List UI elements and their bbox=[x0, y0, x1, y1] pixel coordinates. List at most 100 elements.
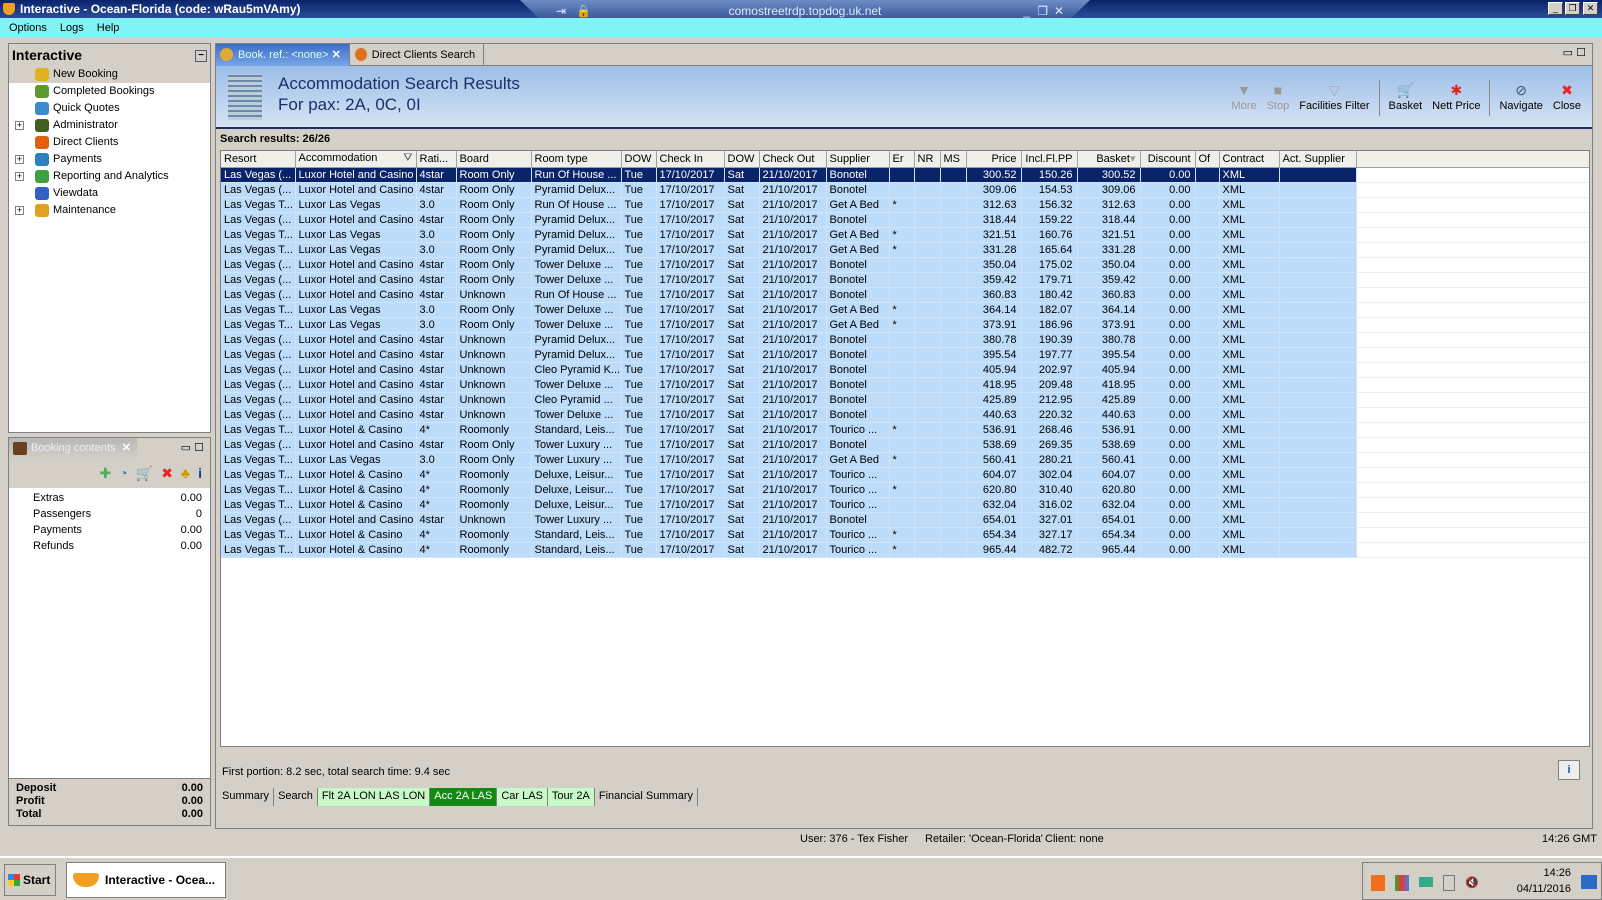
palm-icon[interactable]: ♣ bbox=[181, 465, 190, 481]
column-header-board[interactable]: Board bbox=[456, 151, 532, 168]
tab-flt-2a-lon-las-lon[interactable]: Flt 2A LON LAS LON bbox=[317, 788, 431, 806]
table-row[interactable]: Las Vegas (... Luxor Hotel and Casino 4sta… bbox=[221, 437, 1589, 453]
table-row[interactable]: Las Vegas T... Luxor Las Vegas 3.0 Room Onl… bbox=[221, 317, 1589, 333]
table-row[interactable]: Las Vegas T... Luxor Las Vegas 3.0 Room Onl… bbox=[221, 242, 1589, 258]
menu-options[interactable]: Options bbox=[9, 22, 47, 34]
table-row[interactable]: Las Vegas (... Luxor Hotel and Casino 4sta… bbox=[221, 272, 1589, 288]
table-row[interactable]: Las Vegas T... Luxor Las Vegas 3.0 Room Onl… bbox=[221, 227, 1589, 243]
maximize-panel-button[interactable]: ☐ bbox=[194, 442, 204, 454]
minimize-button[interactable]: _ bbox=[1548, 2, 1563, 15]
table-row[interactable]: Las Vegas T... Luxor Hotel & Casino 4* Room… bbox=[221, 482, 1589, 498]
table-row[interactable]: Las Vegas (... Luxor Hotel and Casino 4sta… bbox=[221, 167, 1589, 183]
column-header-er[interactable]: Er bbox=[889, 151, 915, 168]
column-header-check-in[interactable]: Check In bbox=[656, 151, 725, 168]
menu-help[interactable]: Help bbox=[97, 22, 120, 34]
network-icon[interactable] bbox=[1395, 875, 1409, 891]
tab-summary[interactable]: Summary bbox=[218, 788, 275, 806]
sidebar-item-reporting-and-analytics[interactable]: + Reporting and Analytics bbox=[9, 168, 210, 185]
column-header-dow[interactable]: DOW bbox=[621, 151, 657, 168]
hardware-icon[interactable] bbox=[1419, 877, 1433, 887]
basket-button[interactable]: 🛒 Basket bbox=[1384, 80, 1428, 116]
column-header-check-out[interactable]: Check Out bbox=[759, 151, 827, 168]
column-header-basket[interactable]: Basket▾ bbox=[1077, 151, 1141, 168]
expand-icon[interactable]: + bbox=[15, 121, 24, 130]
navigate-button[interactable]: ⊘ Navigate bbox=[1494, 80, 1547, 116]
start-button[interactable]: Start bbox=[4, 864, 56, 896]
table-row[interactable]: Las Vegas (... Luxor Hotel and Casino 4sta… bbox=[221, 377, 1589, 393]
minimize-panel-button[interactable]: ▭ bbox=[1563, 47, 1573, 59]
minimize-panel-button[interactable]: ▭ bbox=[181, 442, 191, 454]
column-header-act-supplier[interactable]: Act. Supplier bbox=[1279, 151, 1357, 168]
table-row[interactable]: Las Vegas (... Luxor Hotel and Casino 4sta… bbox=[221, 392, 1589, 408]
column-header-dow[interactable]: DOW bbox=[724, 151, 760, 168]
facilities-filter-button[interactable]: ▽ Facilities Filter bbox=[1294, 80, 1374, 116]
table-row[interactable]: Las Vegas T... Luxor Las Vegas 3.0 Room Onl… bbox=[221, 197, 1589, 213]
table-row[interactable]: Las Vegas (... Luxor Hotel and Casino 4sta… bbox=[221, 287, 1589, 303]
restore-button[interactable]: ❐ bbox=[1565, 2, 1580, 15]
column-header-nr[interactable]: NR bbox=[914, 151, 941, 168]
close-results-button[interactable]: ✖ Close bbox=[1548, 80, 1586, 116]
info-icon[interactable]: i bbox=[198, 465, 202, 481]
table-row[interactable]: Las Vegas T... Luxor Hotel & Casino 4* Room… bbox=[221, 497, 1589, 513]
sidebar-item-completed-bookings[interactable]: Completed Bookings bbox=[9, 83, 210, 100]
column-header-incl-fl-pp[interactable]: Incl.Fl.PP bbox=[1021, 151, 1078, 168]
info-button[interactable]: i bbox=[1558, 760, 1580, 780]
stop-button[interactable]: ■ Stop bbox=[1262, 80, 1295, 116]
table-row[interactable]: Las Vegas (... Luxor Hotel and Casino 4sta… bbox=[221, 512, 1589, 528]
sidebar-item-administrator[interactable]: + Administrator bbox=[9, 117, 210, 134]
taskbar-app-button[interactable]: Interactive - Ocea... bbox=[66, 862, 226, 898]
expand-icon[interactable]: + bbox=[15, 172, 24, 181]
show-desktop-icon[interactable] bbox=[1581, 875, 1597, 889]
column-header-of[interactable]: Of bbox=[1195, 151, 1220, 168]
tab-financial-summary[interactable]: Financial Summary bbox=[594, 788, 698, 806]
column-header-price[interactable]: Price bbox=[966, 151, 1022, 168]
sidebar-item-maintenance[interactable]: + Maintenance bbox=[9, 202, 210, 219]
table-row[interactable]: Las Vegas T... Luxor Las Vegas 3.0 Room Onl… bbox=[221, 302, 1589, 318]
tab-tour-2a[interactable]: Tour 2A bbox=[547, 788, 595, 806]
tab-direct-clients-search[interactable]: Direct Clients Search bbox=[350, 44, 485, 66]
tab-search[interactable]: Search bbox=[274, 788, 318, 806]
add-icon[interactable]: ✚ bbox=[100, 465, 112, 481]
close-window-button[interactable]: ✕ bbox=[1583, 2, 1598, 15]
maximize-panel-button[interactable]: ☐ bbox=[1576, 47, 1586, 59]
sidebar-item-payments[interactable]: + Payments bbox=[9, 151, 210, 168]
column-header-discount[interactable]: Discount bbox=[1140, 151, 1196, 168]
table-row[interactable]: Las Vegas T... Luxor Hotel & Casino 4* Room… bbox=[221, 422, 1589, 438]
nett-price-button[interactable]: ✱ Nett Price bbox=[1427, 80, 1485, 116]
results-grid[interactable]: Resort Accommodation ⛛ Rati... Board Room typ… bbox=[220, 150, 1590, 747]
table-row[interactable]: Las Vegas (... Luxor Hotel and Casino 4sta… bbox=[221, 212, 1589, 228]
column-header-resort[interactable]: Resort bbox=[221, 151, 296, 168]
column-header-supplier[interactable]: Supplier bbox=[826, 151, 890, 168]
sidebar-item-quick-quotes[interactable]: Quick Quotes bbox=[9, 100, 210, 117]
tab-booking[interactable]: Book. ref.: <none> ✕ bbox=[216, 44, 350, 66]
tab-acc-2a-las[interactable]: Acc 2A LAS bbox=[430, 788, 498, 806]
sidebar-item-new-booking[interactable]: New Booking bbox=[9, 66, 210, 83]
table-row[interactable]: Las Vegas (... Luxor Hotel and Casino 4sta… bbox=[221, 182, 1589, 198]
table-row[interactable]: Las Vegas (... Luxor Hotel and Casino 4sta… bbox=[221, 257, 1589, 273]
column-header-room-type[interactable]: Room type bbox=[531, 151, 622, 168]
filter-icon[interactable]: ⛛ bbox=[403, 152, 412, 165]
menu-logs[interactable]: Logs bbox=[60, 22, 84, 34]
sidebar-item-direct-clients[interactable]: Direct Clients bbox=[9, 134, 210, 151]
sidebar-item-viewdata[interactable]: Viewdata bbox=[9, 185, 210, 202]
table-row[interactable]: Las Vegas (... Luxor Hotel and Casino 4sta… bbox=[221, 332, 1589, 348]
collapse-panel-button[interactable]: − bbox=[195, 50, 207, 62]
close-tab-icon[interactable]: ✕ bbox=[332, 49, 341, 61]
table-row[interactable]: Las Vegas T... Luxor Hotel & Casino 4* Room… bbox=[221, 542, 1589, 558]
table-row[interactable]: Las Vegas T... Luxor Las Vegas 3.0 Room Onl… bbox=[221, 452, 1589, 468]
column-header-accommodation[interactable]: Accommodation ⛛ bbox=[295, 151, 417, 168]
device-icon[interactable] bbox=[1443, 875, 1455, 891]
column-header-rati[interactable]: Rati... bbox=[416, 151, 457, 168]
expand-icon[interactable]: + bbox=[15, 206, 24, 215]
expand-icon[interactable]: + bbox=[15, 155, 24, 164]
table-row[interactable]: Las Vegas T... Luxor Hotel & Casino 4* Room… bbox=[221, 527, 1589, 543]
table-row[interactable]: Las Vegas T... Luxor Hotel & Casino 4* Room… bbox=[221, 467, 1589, 483]
table-row[interactable]: Las Vegas (... Luxor Hotel and Casino 4sta… bbox=[221, 407, 1589, 423]
more-button[interactable]: ▼ More bbox=[1227, 80, 1262, 116]
table-row[interactable]: Las Vegas (... Luxor Hotel and Casino 4sta… bbox=[221, 362, 1589, 378]
delete-icon[interactable]: ✖ bbox=[161, 465, 173, 481]
booking-contents-tab[interactable]: Booking contents ✕ bbox=[9, 438, 137, 460]
tab-car-las[interactable]: Car LAS bbox=[497, 788, 548, 806]
close-tab-icon[interactable]: ✕ bbox=[122, 441, 131, 454]
table-row[interactable]: Las Vegas (... Luxor Hotel and Casino 4sta… bbox=[221, 347, 1589, 363]
